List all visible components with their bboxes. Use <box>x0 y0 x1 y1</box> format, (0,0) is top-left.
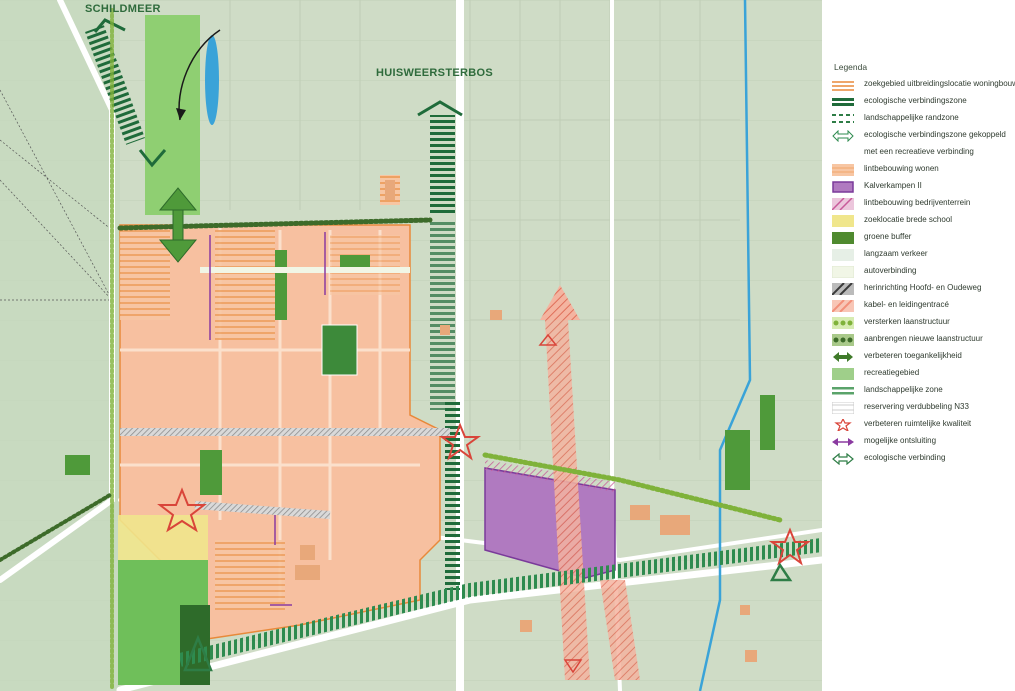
legend-label: groene buffer <box>864 232 912 241</box>
legend-item: landschappelijke randzone <box>826 110 1015 126</box>
legend-symbol <box>831 282 854 296</box>
legend-label: Kalverkampen II <box>864 181 922 190</box>
legend-symbol <box>831 401 855 415</box>
legend-item: lintbebouwing wonen <box>826 161 1015 177</box>
legend-label: langzaam verkeer <box>864 249 928 258</box>
legend-symbol <box>832 384 854 396</box>
legend-item: met een recreatieve verbinding <box>826 144 1015 160</box>
legend-label: autoverbinding <box>864 266 917 275</box>
legend-item: verbeteren toegankelijkheid <box>826 348 1015 364</box>
legend-label: herinrichting Hoofd- en Oudeweg <box>864 283 982 292</box>
map-legend: Legenda zoekgebied uitbreidingslocatie w… <box>826 60 1015 480</box>
legend-item: groene buffer <box>826 229 1015 245</box>
legend-symbol <box>832 78 854 91</box>
legend-label: landschappelijke randzone <box>864 113 959 122</box>
legend-label: verbeteren toegankelijkheid <box>864 351 962 360</box>
lake <box>205 35 219 125</box>
legend-label: landschappelijke zone <box>864 385 943 394</box>
legend-label: reservering verdubbeling N33 <box>864 402 969 411</box>
legend-symbol <box>831 197 854 211</box>
legend-item: zoeklocatie brede school <box>826 212 1015 228</box>
legend-label: ecologische verbinding <box>864 453 946 462</box>
legend-label: recreatiegebied <box>864 368 920 377</box>
place-label-schildmeer: SCHILDMEER <box>85 3 161 15</box>
legend-symbol <box>832 129 854 143</box>
place-label-huisweersterbos: HUISWEERSTERBOS <box>376 67 493 79</box>
legend-item: kabel- en leidingentracé <box>826 297 1015 313</box>
legend-item: Kalverkampen II <box>826 178 1015 194</box>
legend-item: autoverbinding <box>826 263 1015 279</box>
legend-label: met een recreatieve verbinding <box>864 147 974 156</box>
legend-symbol <box>832 214 854 227</box>
legend-label: aanbrengen nieuwe laanstructuur <box>864 334 983 343</box>
legend-symbol <box>832 112 854 124</box>
legend-item: verbeteren ruimtelijke kwaliteit <box>826 416 1015 433</box>
legend-symbol <box>832 417 854 433</box>
legend-item: ecologische verbindingszone <box>826 93 1015 109</box>
legend-label: zoekgebied uitbreidingslocatie woningbou… <box>864 79 1015 88</box>
legend-symbol <box>832 367 854 380</box>
legend-item: zoekgebied uitbreidingslocatie woningbou… <box>826 76 1015 92</box>
legend-item: versterken laanstructuur <box>826 314 1015 330</box>
ecological-zone-huisweersterbos <box>430 115 455 215</box>
green-park-schildmeer <box>145 15 200 215</box>
legend-symbol <box>831 299 854 313</box>
sports-field <box>321 324 358 376</box>
legend-symbol <box>832 231 854 244</box>
legend-symbol <box>832 452 854 466</box>
legend-symbol <box>831 265 855 279</box>
legend-label: ecologische verbindingszone gekoppeld <box>864 130 1006 139</box>
legend-item: landschappelijke zone <box>826 382 1015 398</box>
legend-item: recreatiegebied <box>826 365 1015 381</box>
legend-label: versterken laanstructuur <box>864 317 950 326</box>
spatial-plan-map: SCHILDMEER HUISWEERSTERBOS <box>0 0 822 691</box>
legend-item: lintbebouwing bedrijventerrein <box>826 195 1015 211</box>
legend-symbol <box>832 350 854 362</box>
legend-label: verbeteren ruimtelijke kwaliteit <box>864 419 972 428</box>
legend-item: langzaam verkeer <box>826 246 1015 262</box>
legend-symbol <box>832 333 854 346</box>
legend-label: kabel- en leidingentracé <box>864 300 949 309</box>
legend-symbol <box>832 95 854 107</box>
legend-label: zoeklocatie brede school <box>864 215 953 224</box>
legend-symbol <box>832 146 854 158</box>
legend-item: reservering verdubbeling N33 <box>826 399 1015 415</box>
legend-title: Legenda <box>834 62 868 72</box>
legend-symbol <box>832 248 854 261</box>
legend-symbol <box>832 180 854 193</box>
legend-label: lintbebouwing wonen <box>864 164 939 173</box>
legend-symbol <box>832 435 854 447</box>
legend-item: ecologische verbindingszone gekoppeld <box>826 127 1015 143</box>
legend-symbol <box>832 316 854 329</box>
legend-item: herinrichting Hoofd- en Oudeweg <box>826 280 1015 296</box>
legend-item: mogelijke ontsluiting <box>826 433 1015 449</box>
legend-label: mogelijke ontsluiting <box>864 436 937 445</box>
legend-label: lintbebouwing bedrijventerrein <box>864 198 971 207</box>
legend-item: ecologische verbinding <box>826 450 1015 466</box>
legend-item: aanbrengen nieuwe laanstructuur <box>826 331 1015 347</box>
legend-symbol <box>832 163 854 176</box>
legend-label: ecologische verbindingszone <box>864 96 967 105</box>
